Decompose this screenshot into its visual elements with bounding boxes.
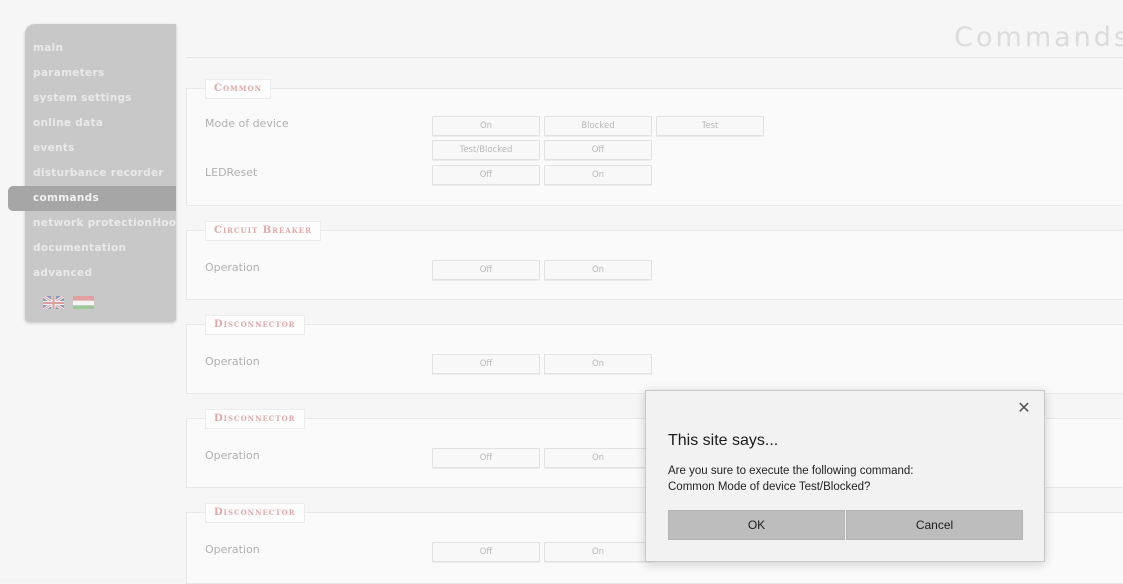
mode-test-button[interactable]: Test	[656, 116, 764, 136]
confirm-dialog: ✕ This site says... Are you sure to exec…	[645, 390, 1045, 562]
disc2-on-button[interactable]: On	[544, 448, 652, 468]
disc3-on-button[interactable]: On	[544, 542, 652, 562]
disc3-off-button[interactable]: Off	[432, 542, 540, 562]
sidebar-item-documentation[interactable]: documentation	[25, 236, 176, 261]
section-legend: Circuit Breaker	[205, 221, 321, 241]
sidebar-item-advanced[interactable]: advanced	[25, 261, 176, 286]
row-label-operation: Operation	[205, 543, 260, 556]
mode-test-blocked-button[interactable]: Test/Blocked	[432, 140, 540, 160]
mode-off-button[interactable]: Off	[544, 140, 652, 160]
section-legend: Disconnector	[205, 503, 305, 523]
sidebar-item-network-protectionhood[interactable]: network protectionHood	[25, 211, 176, 236]
disc1-on-button[interactable]: On	[544, 354, 652, 374]
page-title: Commands	[954, 22, 1123, 53]
ledreset-on-button[interactable]: On	[544, 165, 652, 185]
section-circuit-breaker: Circuit Breaker Operation Off On	[186, 221, 1123, 300]
title-divider	[186, 57, 1123, 58]
language-flags	[43, 295, 98, 309]
dialog-heading: This site says...	[668, 432, 779, 449]
sidebar-item-events[interactable]: events	[25, 136, 176, 161]
sidebar-item-parameters[interactable]: parameters	[25, 61, 176, 86]
ok-button[interactable]: OK	[668, 510, 845, 540]
uk-flag-icon[interactable]	[43, 295, 64, 309]
section-disconnector-1: Disconnector Operation Off On	[186, 315, 1123, 394]
sidebar-item-main[interactable]: main	[25, 36, 176, 61]
ledreset-off-button[interactable]: Off	[432, 165, 540, 185]
dialog-message-line-2: Common Mode of device Test/Blocked?	[668, 481, 871, 493]
row-label-mode-of-device: Mode of device	[205, 117, 289, 130]
sidebar-item-disturbance-recorder[interactable]: disturbance recorder	[25, 161, 176, 186]
mode-on-button[interactable]: On	[432, 116, 540, 136]
row-label-operation: Operation	[205, 355, 260, 368]
cb-off-button[interactable]: Off	[432, 260, 540, 280]
cb-on-button[interactable]: On	[544, 260, 652, 280]
sidebar-item-commands[interactable]: commands	[8, 186, 176, 211]
sidebar-nav: main parameters system settings online d…	[8, 36, 176, 286]
hungary-flag-icon[interactable]	[73, 295, 95, 309]
section-legend: Disconnector	[205, 409, 305, 429]
sidebar-item-online-data[interactable]: online data	[25, 111, 176, 136]
close-icon[interactable]: ✕	[1016, 401, 1032, 417]
dialog-message: Are you sure to execute the following co…	[668, 463, 1028, 495]
section-legend: Common	[205, 79, 272, 99]
sidebar-item-system-settings[interactable]: system settings	[25, 86, 176, 111]
disc2-off-button[interactable]: Off	[432, 448, 540, 468]
dialog-message-line-1: Are you sure to execute the following co…	[668, 465, 914, 477]
sidebar: main parameters system settings online d…	[8, 24, 176, 322]
section-common: Common Mode of device On Blocked Test Te…	[186, 79, 1123, 206]
row-label-operation: Operation	[205, 449, 260, 462]
disc1-off-button[interactable]: Off	[432, 354, 540, 374]
mode-blocked-button[interactable]: Blocked	[544, 116, 652, 136]
cancel-button[interactable]: Cancel	[846, 510, 1023, 540]
row-label-ledreset: LEDReset	[205, 166, 258, 179]
row-label-operation: Operation	[205, 261, 260, 274]
section-legend: Disconnector	[205, 315, 305, 335]
